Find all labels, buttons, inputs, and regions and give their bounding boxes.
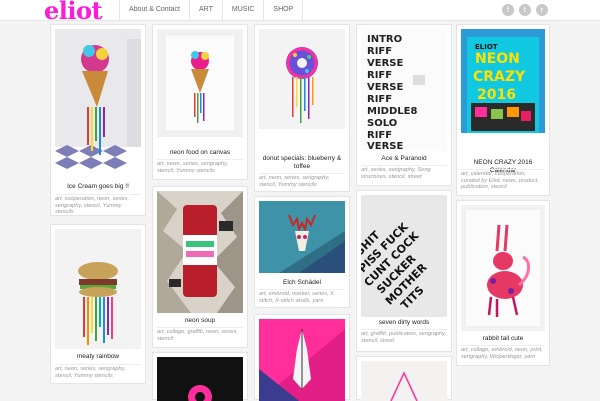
svg-text:2016: 2016 [477, 87, 516, 103]
rss-icon[interactable]: r [536, 4, 548, 16]
post-card[interactable]: rabbit tail cute art, collage, embroid, … [456, 200, 550, 366]
post-card[interactable]: ELIOT NEON CRAZY 2016 NEON CRAZY 2016 Ca… [456, 24, 550, 196]
divider [55, 194, 141, 195]
svg-text:VERSE: VERSE [367, 58, 403, 69]
svg-text:VERSE: VERSE [367, 141, 403, 151]
post-card[interactable]: SHIT PISS FUCK CUNT COCK SUCKER MOTHER T… [356, 190, 452, 352]
post-card[interactable]: INTRO RIFF VERSE RIFF VERSE RIFF MIDDLE8… [356, 24, 452, 186]
post-tags[interactable]: art, neon, series, serigraphy, stencil, … [259, 175, 345, 188]
divider [55, 364, 141, 365]
post-image[interactable] [361, 361, 447, 401]
post-title[interactable]: seven dirty words [360, 319, 448, 327]
facebook-icon[interactable]: f [502, 4, 514, 16]
post-image[interactable] [259, 201, 345, 273]
post-tags[interactable]: art, neon, series, serigraphy, stencil, … [55, 366, 141, 379]
post-title[interactable]: neon soup [156, 317, 244, 325]
svg-text:INTRO: INTRO [367, 34, 402, 45]
post-tags[interactable]: art, news, series, serigraphy, stencil, … [157, 161, 243, 174]
post-card[interactable] [254, 314, 350, 401]
svg-text:VERSE: VERSE [367, 82, 403, 93]
nav-about-contact[interactable]: About & Contact [119, 0, 189, 20]
post-image[interactable]: SHIT PISS FUCK CUNT COCK SUCKER MOTHER T… [361, 195, 447, 317]
post-card[interactable]: meaty rainbow art, neon, series, serigra… [50, 224, 146, 384]
divider [157, 327, 243, 328]
divider [259, 173, 345, 174]
post-card[interactable]: Ice Cream goes big !! art, cooperation, … [50, 24, 146, 216]
post-image[interactable] [259, 319, 345, 401]
svg-text:MIDDLE8: MIDDLE8 [367, 106, 417, 117]
post-tags[interactable]: art, collage, graffiti, neon, series, st… [157, 329, 243, 342]
divider [361, 329, 447, 330]
nav-shop[interactable]: SHOP [263, 0, 304, 20]
divider [461, 345, 545, 346]
main-nav: About & Contact ART MUSIC SHOP [119, 0, 304, 20]
svg-text:CRAZY: CRAZY [473, 69, 526, 85]
divider [361, 165, 447, 166]
post-tags[interactable]: art, series, serigraphy, Song structures… [361, 167, 447, 180]
post-title[interactable]: Elch Schädel [258, 279, 346, 287]
post-image[interactable]: ELIOT NEON CRAZY 2016 [461, 29, 545, 133]
post-image[interactable] [157, 357, 243, 401]
post-card[interactable]: neon soup art, collage, graffiti, neon, … [152, 186, 248, 348]
nav-art[interactable]: ART [188, 0, 222, 20]
post-tags[interactable]: art, collage, embroid, neon, print, seri… [461, 347, 545, 360]
post-image[interactable] [55, 229, 141, 349]
svg-text:RIFF: RIFF [367, 130, 392, 141]
svg-text:ELIOT: ELIOT [475, 43, 498, 51]
top-navigation-bar: eliot About & Contact ART MUSIC SHOP f t… [0, 0, 600, 25]
post-image[interactable] [461, 205, 545, 331]
post-card[interactable] [356, 356, 452, 401]
svg-text:RIFF: RIFF [367, 94, 392, 105]
svg-text:RIFF: RIFF [367, 46, 392, 57]
divider [157, 159, 243, 160]
post-card[interactable]: Elch Schädel art, embroid, marker, serie… [254, 196, 350, 308]
divider [259, 289, 345, 290]
svg-text:SOLO: SOLO [367, 118, 397, 129]
post-tags[interactable]: art, embroid, marker, series, X stitch, … [259, 291, 345, 304]
post-card[interactable]: donut specials: blueberry & toffee art, … [254, 24, 350, 192]
post-title[interactable]: donut specials: blueberry & toffee [258, 155, 346, 171]
post-image[interactable]: INTRO RIFF VERSE RIFF VERSE RIFF MIDDLE8… [361, 29, 447, 151]
post-tags[interactable]: art, calendar, cooperation, curated by E… [461, 171, 545, 191]
post-image[interactable] [157, 191, 243, 313]
post-title[interactable]: rabbit tail cute [460, 335, 546, 343]
post-title[interactable]: Ice Cream goes big !! [54, 183, 142, 191]
post-title[interactable]: meaty rainbow [54, 353, 142, 361]
post-card[interactable]: neon food on canvas art, news, series, s… [152, 24, 248, 180]
post-title[interactable]: Ace & Paranoid [360, 155, 448, 163]
post-title[interactable]: neon food on canvas [156, 149, 244, 157]
divider [461, 169, 545, 170]
social-links: f t r [502, 4, 548, 16]
post-tags[interactable]: art, graffiti, publication, serigraphy, … [361, 331, 447, 344]
twitter-icon[interactable]: t [519, 4, 531, 16]
post-image[interactable] [157, 29, 243, 137]
post-tags[interactable]: art, cooperation, neon, series, serigrap… [55, 196, 141, 216]
site-logo[interactable]: eliot [44, 0, 103, 25]
svg-text:NEON: NEON [475, 51, 520, 67]
post-grid: Ice Cream goes big !! art, cooperation, … [0, 0, 600, 401]
nav-music[interactable]: MUSIC [221, 0, 264, 20]
post-image[interactable] [259, 29, 345, 129]
post-card[interactable] [152, 352, 248, 401]
post-image[interactable] [55, 29, 141, 181]
svg-text:RIFF: RIFF [367, 70, 392, 81]
